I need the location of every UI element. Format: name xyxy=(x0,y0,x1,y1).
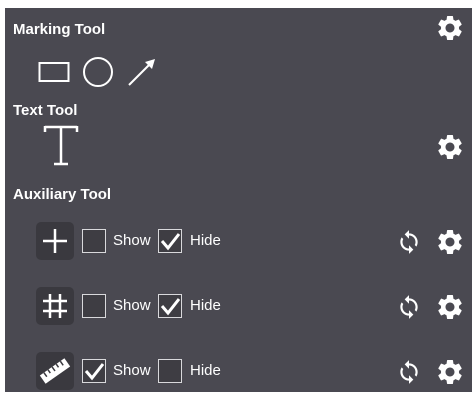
grid-hide-label: Hide xyxy=(190,297,221,314)
crosshair-settings-gear-icon[interactable] xyxy=(435,227,465,257)
grid-icon[interactable] xyxy=(36,287,74,325)
crosshair-show-label: Show xyxy=(113,232,151,249)
crosshair-icon[interactable] xyxy=(36,222,74,260)
tool-panel: Marking Tool Text Tool Auxiliary Tool Sh… xyxy=(5,8,472,392)
ruler-hide-label: Hide xyxy=(190,362,221,379)
text-tool-icon[interactable] xyxy=(43,124,79,168)
text-tool-title: Text Tool xyxy=(13,102,78,119)
check-icon xyxy=(84,363,104,381)
auxiliary-tool-title: Auxiliary Tool xyxy=(13,186,112,203)
text-tool-settings-gear-icon[interactable] xyxy=(435,132,465,162)
check-icon xyxy=(160,233,180,251)
crosshair-hide-checkbox[interactable] xyxy=(158,229,182,253)
grid-hide-checkbox[interactable] xyxy=(158,294,182,318)
marking-tool-title: Marking Tool xyxy=(13,21,106,38)
marking-tool-settings-gear-icon[interactable] xyxy=(435,13,465,43)
grid-settings-gear-icon[interactable] xyxy=(435,292,465,322)
check-icon xyxy=(160,298,180,316)
grid-refresh-icon[interactable] xyxy=(396,294,422,320)
ruler-icon[interactable] xyxy=(36,352,74,390)
crosshair-hide-label: Hide xyxy=(190,232,221,249)
ruler-show-checkbox[interactable] xyxy=(82,359,106,383)
ruler-show-label: Show xyxy=(113,362,151,379)
crosshair-refresh-icon[interactable] xyxy=(396,229,422,255)
grid-show-checkbox[interactable] xyxy=(82,294,106,318)
arrow-tool-icon[interactable] xyxy=(126,56,158,88)
ruler-settings-gear-icon[interactable] xyxy=(435,357,465,387)
grid-show-label: Show xyxy=(113,297,151,314)
ruler-refresh-icon[interactable] xyxy=(396,359,422,385)
circle-tool-icon[interactable] xyxy=(82,56,114,88)
crosshair-show-checkbox[interactable] xyxy=(82,229,106,253)
ruler-hide-checkbox[interactable] xyxy=(158,359,182,383)
rectangle-tool-icon[interactable] xyxy=(38,61,70,83)
